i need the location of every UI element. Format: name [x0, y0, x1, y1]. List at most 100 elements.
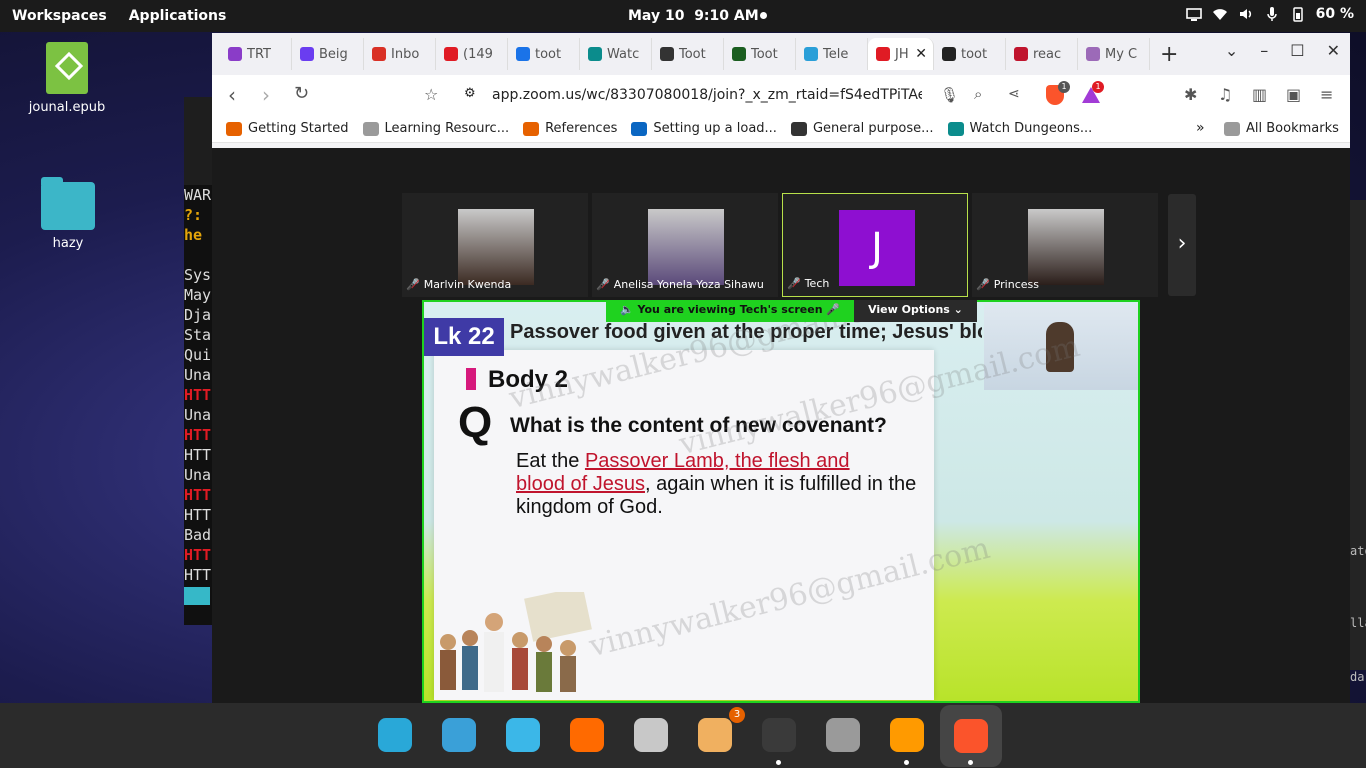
browser-tab[interactable]: Tele — [796, 38, 868, 70]
browser-tab[interactable]: JH ✕ — [868, 38, 934, 70]
reload-button[interactable]: ↻ — [294, 83, 309, 104]
browser-tab[interactable]: Watc — [580, 38, 652, 70]
bookmark-item[interactable]: Learning Resourc... — [362, 121, 509, 136]
address-bar[interactable]: ⚙ app.zoom.us/wc/83307080018/join?_x_zm_… — [454, 80, 948, 110]
dock-sublime-text[interactable] — [887, 715, 927, 755]
bookmark-item[interactable]: Getting Started — [226, 121, 349, 136]
browser-tab[interactable]: toot — [508, 38, 580, 70]
dock-app-grid[interactable] — [503, 715, 543, 755]
browser-tab[interactable]: Beig — [292, 38, 364, 70]
workspaces-button[interactable]: Workspaces — [12, 8, 107, 24]
wallet-icon[interactable]: ▣ — [1286, 85, 1301, 104]
bookmark-item[interactable]: General purpose... — [790, 121, 934, 136]
voice-search-icon[interactable]: 🎙 — [940, 86, 959, 104]
battery-icon[interactable] — [1290, 6, 1306, 22]
dock-search-app[interactable] — [375, 715, 415, 755]
bookmarks-bar: Getting Started Learning Resourc... Refere… — [212, 115, 1350, 143]
shared-screen[interactable]: Lk 22 Passover food given at the proper … — [422, 300, 1140, 703]
bookmark-item[interactable]: References — [523, 121, 617, 136]
fragment-text: da — [1350, 670, 1365, 684]
dock-settings[interactable] — [823, 715, 863, 755]
media-icon[interactable]: ♫ — [1218, 85, 1232, 104]
dock — [0, 703, 1366, 768]
volume-icon[interactable] — [1238, 6, 1254, 22]
dock-files[interactable] — [631, 715, 671, 755]
new-tab-button[interactable]: + — [1160, 42, 1178, 67]
muted-mic-icon: 🎤̸ — [596, 278, 610, 291]
dock-software-store[interactable] — [695, 715, 735, 755]
close-window-button[interactable]: ✕ — [1327, 41, 1340, 60]
browser-tab[interactable]: Toot — [724, 38, 796, 70]
browser-tab[interactable]: Inbo — [364, 38, 436, 70]
tab-label: Inbo — [391, 46, 420, 62]
participant-tile[interactable]: 🎤̸ Princess — [972, 193, 1158, 297]
folder-icon — [41, 177, 95, 230]
participant-name-row: 🎤̸ Princess — [976, 278, 1039, 291]
tab-search-icon[interactable]: ⌄ — [1225, 41, 1238, 60]
share-icon[interactable]: ⋖ — [1008, 86, 1020, 102]
tab-label: My C — [1105, 46, 1138, 62]
microphone-icon[interactable] — [1264, 6, 1280, 22]
extensions-icon[interactable]: ✱ — [1184, 85, 1197, 104]
bookmark-label: General purpose... — [812, 121, 934, 136]
browser-tab[interactable]: (149 — [436, 38, 508, 70]
viewing-label: 🔈 You are viewing Tech's screen 🎤 — [606, 300, 855, 322]
close-tab-icon[interactable]: ✕ — [915, 46, 927, 62]
desktop-icon-folder[interactable]: hazy — [23, 177, 113, 251]
browser-tab[interactable]: reac — [1006, 38, 1078, 70]
url-text[interactable]: app.zoom.us/wc/83307080018/join?_x_zm_rt… — [492, 87, 922, 103]
bookmark-favicon-icon — [226, 121, 242, 136]
browser-tab[interactable]: My C — [1078, 38, 1150, 70]
zoom-icon[interactable]: ⌕ — [974, 85, 982, 103]
answer-highlight: blood of Jesus — [516, 473, 645, 495]
running-indicator-icon — [904, 760, 909, 765]
tab-label: Beig — [319, 46, 348, 62]
dock-terminal[interactable] — [759, 715, 799, 755]
tab-label: JH — [895, 46, 909, 62]
date-label: May 10 — [628, 8, 685, 24]
muted-mic-icon: 🎤̸ — [976, 278, 990, 291]
fragment-text: lla — [1350, 616, 1366, 630]
maximize-button[interactable]: ☐ — [1290, 41, 1304, 60]
sidebar-icon[interactable]: ▥ — [1252, 85, 1267, 104]
forward-button[interactable]: › — [262, 83, 270, 107]
wifi-icon[interactable] — [1212, 6, 1228, 22]
muted-mic-icon: 🎤̸ — [406, 278, 420, 291]
screen-share-icon[interactable] — [1185, 6, 1202, 22]
browser-tab[interactable]: Toot — [652, 38, 724, 70]
system-tray[interactable]: 60 % — [1185, 6, 1354, 22]
minimize-button[interactable]: – — [1260, 41, 1268, 60]
participant-tile[interactable]: 🎤̸ Marlvin Kwenda — [402, 193, 588, 297]
dock-firefox[interactable] — [567, 715, 607, 755]
tab-label: (149 — [463, 46, 493, 62]
bookmark-page-icon[interactable]: ☆ — [424, 85, 438, 104]
applications-button[interactable]: Applications — [129, 8, 227, 24]
dock-window-manager[interactable] — [439, 715, 479, 755]
running-indicator-icon — [968, 760, 973, 765]
browser-tab[interactable]: toot — [934, 38, 1006, 70]
window-manager-icon — [442, 718, 476, 752]
dock-brave[interactable] — [940, 705, 1002, 767]
bookmarks-overflow-button[interactable]: » — [1196, 120, 1205, 136]
next-participants-button[interactable]: › — [1168, 194, 1196, 296]
tab-favicon-icon — [876, 47, 890, 61]
bookmark-item[interactable]: Watch Dungeons... — [947, 121, 1092, 136]
site-settings-icon[interactable]: ⚙ — [464, 86, 476, 101]
clock[interactable]: May 10 9:10 AM — [628, 8, 759, 24]
all-bookmarks-button[interactable]: All Bookmarks — [1224, 121, 1339, 136]
participant-tile[interactable]: 🎤̸ Anelisa Yonela Yoza Sihawu — [592, 193, 778, 297]
menu-icon[interactable]: ≡ — [1320, 85, 1333, 104]
question-mark-label: Q — [458, 398, 493, 447]
participant-tile[interactable]: J 🎤̸ Tech — [782, 193, 968, 297]
tab-list: TRT Beig Inbo (149 toot Watc Toot Toot Tele JH ✕ to… — [220, 38, 1150, 70]
participant-name-row: 🎤̸ Marlvin Kwenda — [406, 278, 511, 291]
rewards-badge: 1 — [1092, 81, 1104, 93]
bookmark-item[interactable]: Setting up a load... — [631, 121, 777, 136]
viewing-bar: 🔈 You are viewing Tech's screen 🎤 View O… — [606, 300, 977, 322]
back-button[interactable]: ‹ — [228, 83, 236, 107]
desktop-icon-epub[interactable]: jounal.epub — [22, 42, 112, 115]
tab-label: TRT — [247, 46, 271, 62]
browser-tab[interactable]: TRT — [220, 38, 292, 70]
bookmark-favicon-icon — [947, 121, 964, 136]
view-options-button[interactable]: View Options ⌄ — [854, 300, 977, 322]
